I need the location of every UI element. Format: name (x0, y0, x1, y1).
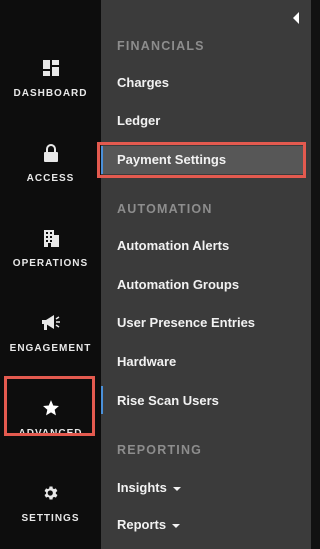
submenu-panel: FINANCIALS Charges Ledger Payment Settin… (97, 0, 311, 549)
left-rail: DASHBOARD ACCESS OPERATIONS ENGAGEMENT A… (0, 0, 101, 549)
menu-item-hardware[interactable]: Hardware (117, 354, 176, 369)
menu-item-user-presence-entries[interactable]: User Presence Entries (117, 315, 255, 330)
rail-label-dashboard: DASHBOARD (13, 87, 88, 99)
rail-item-settings[interactable]: SETTINGS (0, 468, 101, 538)
rail-label-advanced: ADVANCED (18, 427, 83, 439)
menu-item-charges[interactable]: Charges (117, 75, 169, 90)
dashboard-icon (41, 58, 61, 78)
megaphone-icon (41, 313, 61, 333)
menu-item-insights[interactable]: Insights (117, 480, 181, 495)
menu-item-ledger[interactable]: Ledger (117, 113, 160, 128)
gear-icon (41, 483, 61, 503)
menu-item-insights-label: Insights (117, 480, 167, 495)
section-title-reporting: REPORTING (117, 443, 203, 457)
chevron-left-icon[interactable] (291, 11, 301, 25)
chevron-down-icon (172, 523, 181, 528)
rail-label-access: ACCESS (26, 172, 75, 184)
section-title-automation: AUTOMATION (117, 202, 213, 216)
lock-icon (41, 143, 61, 163)
chevron-down-icon (172, 486, 181, 491)
menu-item-rise-scan-users[interactable]: Rise Scan Users (117, 393, 219, 408)
section-title-financials: FINANCIALS (117, 39, 205, 53)
rail-label-settings: SETTINGS (21, 512, 80, 524)
rail-item-access[interactable]: ACCESS (0, 128, 101, 198)
building-icon (41, 228, 61, 248)
rail-item-operations[interactable]: OPERATIONS (0, 213, 101, 283)
rail-label-operations: OPERATIONS (12, 257, 89, 269)
menu-item-automation-alerts[interactable]: Automation Alerts (117, 238, 229, 253)
menu-item-payment-settings[interactable]: Payment Settings (117, 152, 226, 167)
rail-item-engagement[interactable]: ENGAGEMENT (0, 298, 101, 368)
menu-item-reports-label: Reports (117, 517, 167, 532)
rail-item-dashboard[interactable]: DASHBOARD (0, 43, 101, 113)
active-indicator (101, 386, 103, 414)
menu-item-automation-groups[interactable]: Automation Groups (117, 277, 239, 292)
rail-label-engagement: ENGAGEMENT (9, 342, 92, 354)
rail-item-advanced[interactable]: ADVANCED (0, 383, 101, 453)
star-icon (41, 398, 61, 418)
menu-item-reports[interactable]: Reports (117, 517, 181, 532)
